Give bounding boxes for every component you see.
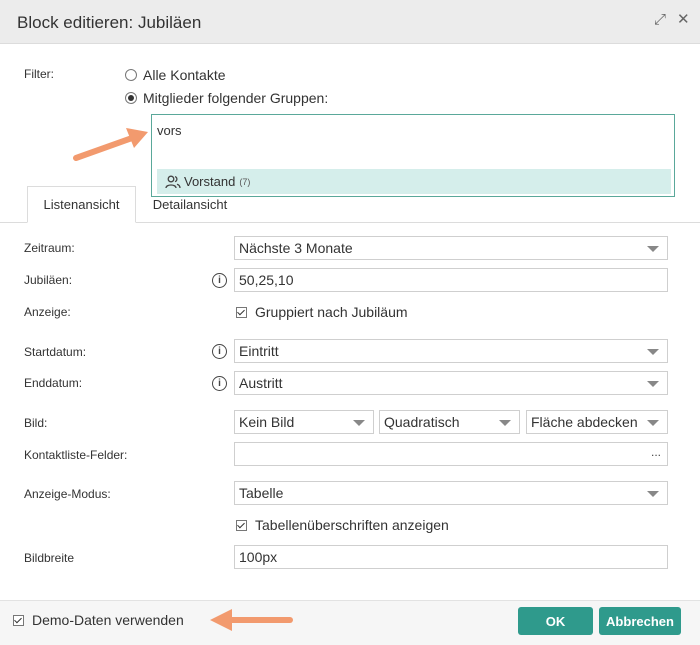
gruppiert-checkbox[interactable] — [236, 306, 247, 318]
tabellenueberschriften-checkbox-row[interactable]: Tabellenüberschriften anzeigen — [236, 517, 449, 533]
edit-block-dialog: Block editieren: Jubiläen ⤢ ✕ Filter: Al… — [0, 0, 700, 645]
jubilaeen-label: Jubiläen: — [24, 273, 73, 287]
radio-label: Mitglieder folgender Gruppen: — [143, 90, 329, 106]
tabellenueberschriften-checkbox[interactable] — [236, 519, 247, 531]
startdatum-value: Eintritt — [239, 343, 279, 359]
bildbreite-value: 100px — [239, 549, 278, 565]
chevron-down-icon — [647, 349, 659, 355]
anzeige-modus-value: Tabelle — [239, 485, 284, 501]
arrow-annotation-icon — [73, 128, 148, 161]
cancel-button[interactable]: Abbrechen — [599, 607, 681, 635]
kontaktliste-input[interactable]: ... — [234, 442, 668, 466]
demo-data-checkbox-row[interactable]: Demo-Daten verwenden — [13, 612, 184, 628]
anzeige-modus-select[interactable]: Tabelle — [234, 481, 668, 505]
radio-group-members[interactable]: Mitglieder folgender Gruppen: — [125, 90, 328, 106]
dialog-footer: Demo-Daten verwenden OK Abbrechen — [0, 600, 700, 645]
anzeige-modus-label: Anzeige-Modus: — [24, 487, 111, 501]
tab-detailansicht[interactable]: Detailansicht — [138, 186, 242, 222]
tabellenueberschriften-label: Tabellenüberschriften anzeigen — [255, 517, 449, 533]
info-icon[interactable]: i — [212, 344, 227, 359]
bild-form-value: Quadratisch — [384, 414, 460, 430]
filter-label: Filter: — [24, 67, 54, 81]
bildbreite-input[interactable]: 100px — [234, 545, 668, 569]
chevron-down-icon — [353, 420, 365, 426]
dialog-title: Block editieren: Jubiläen — [17, 13, 202, 32]
enddatum-value: Austritt — [239, 375, 283, 391]
kontaktliste-label: Kontaktliste-Felder: — [24, 448, 128, 462]
chevron-down-icon — [647, 381, 659, 387]
zeitraum-value: Nächste 3 Monate — [239, 240, 353, 256]
radio-button[interactable] — [125, 69, 137, 81]
info-icon[interactable]: i — [212, 376, 227, 391]
bild-label: Bild: — [24, 416, 48, 430]
jubilaeen-input[interactable]: 50,25,10 — [234, 268, 668, 292]
close-icon[interactable]: ✕ — [677, 10, 690, 30]
anzeige-label: Anzeige: — [24, 305, 71, 319]
bild-fit-value: Fläche abdecken — [531, 414, 638, 430]
enddatum-label: Enddatum: — [24, 376, 83, 390]
chevron-down-icon — [499, 420, 511, 426]
bild-form-select[interactable]: Quadratisch — [379, 410, 520, 434]
bild-select[interactable]: Kein Bild — [234, 410, 374, 434]
group-search-input[interactable] — [157, 120, 457, 140]
chevron-down-icon — [647, 246, 659, 252]
radio-label: Alle Kontakte — [143, 67, 226, 83]
more-options-button[interactable]: ... — [651, 445, 661, 459]
startdatum-select[interactable]: Eintritt — [234, 339, 668, 363]
radio-button[interactable] — [125, 92, 137, 104]
group-search-box[interactable]: Vorstand (7) — [151, 114, 675, 197]
arrow-annotation-icon — [210, 609, 293, 631]
jubilaeen-value: 50,25,10 — [239, 272, 294, 288]
ok-button[interactable]: OK — [518, 607, 593, 635]
info-icon[interactable]: i — [212, 273, 227, 288]
gruppiert-label: Gruppiert nach Jubiläum — [255, 304, 408, 320]
demo-data-checkbox[interactable] — [13, 614, 24, 626]
maximize-icon[interactable]: ⤢ — [654, 10, 666, 30]
dialog-titlebar: Block editieren: Jubiläen ⤢ ✕ — [0, 0, 700, 44]
demo-data-label: Demo-Daten verwenden — [32, 612, 184, 628]
bild-value: Kein Bild — [239, 414, 295, 430]
chevron-down-icon — [647, 420, 659, 426]
bild-fit-select[interactable]: Fläche abdecken — [526, 410, 668, 434]
suggestion-count: (7) — [239, 176, 251, 187]
tab-listenansicht[interactable]: Listenansicht — [27, 186, 136, 223]
startdatum-label: Startdatum: — [24, 345, 87, 359]
zeitraum-label: Zeitraum: — [24, 241, 75, 255]
enddatum-select[interactable]: Austritt — [234, 371, 668, 395]
tab-bar: Listenansicht Detailansicht — [0, 186, 700, 223]
radio-all-contacts[interactable]: Alle Kontakte — [125, 67, 226, 83]
bildbreite-label: Bildbreite — [24, 551, 75, 565]
gruppiert-checkbox-row[interactable]: Gruppiert nach Jubiläum — [236, 304, 408, 320]
chevron-down-icon — [647, 491, 659, 497]
zeitraum-select[interactable]: Nächste 3 Monate — [234, 236, 668, 260]
tab-label: Detailansicht — [152, 196, 228, 212]
tab-label: Listenansicht — [43, 197, 120, 212]
